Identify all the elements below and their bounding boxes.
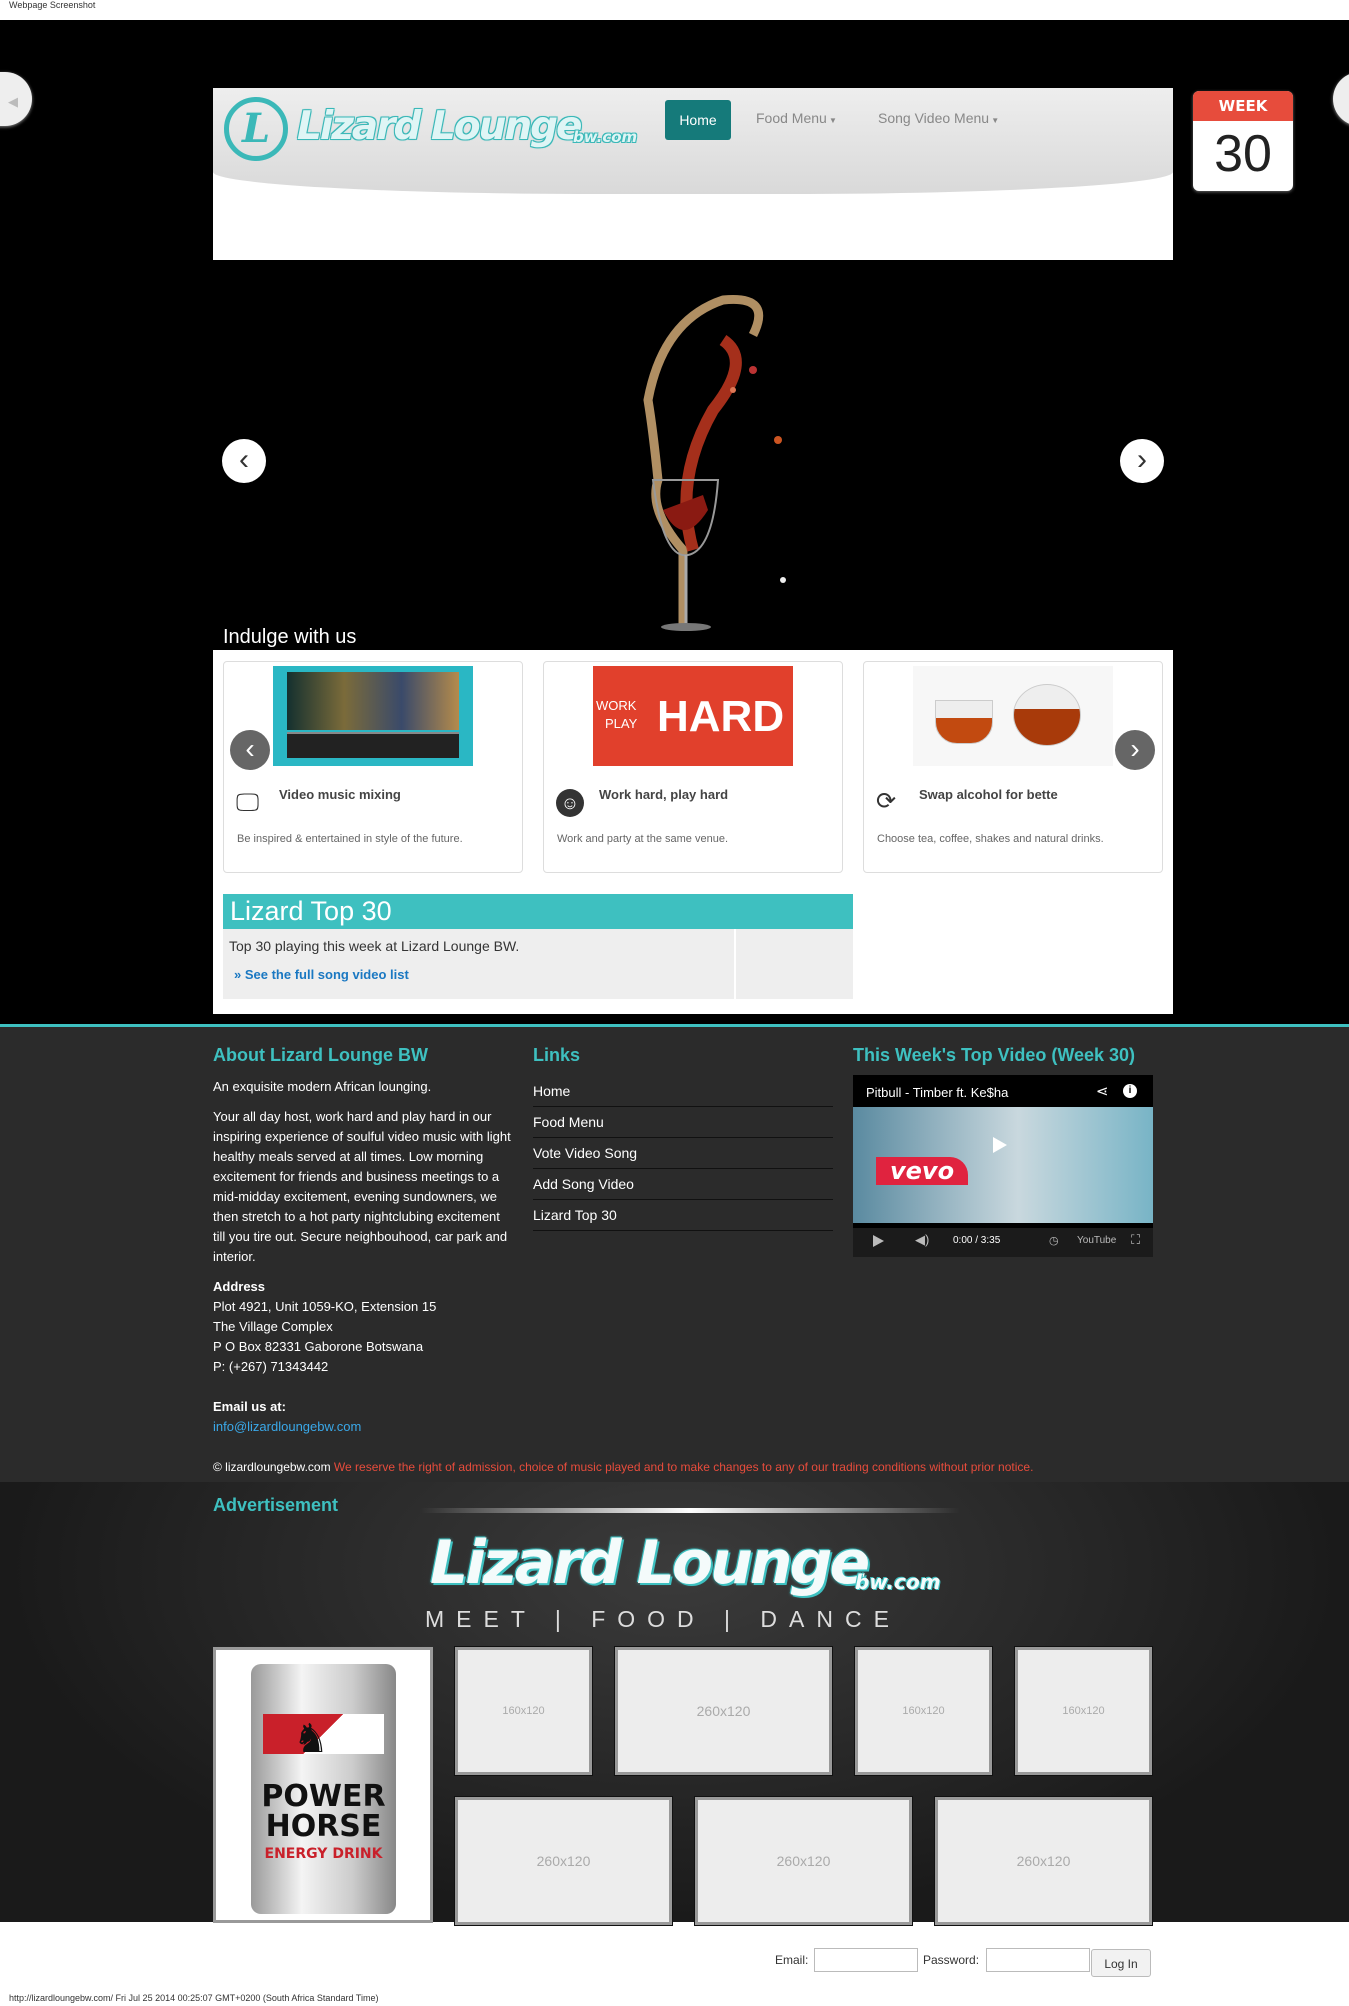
work-hard-image: WORK PLAY HARD	[593, 666, 793, 766]
nav-song-video-menu[interactable]: Song Video Menu ▼	[878, 110, 999, 126]
logo-mark[interactable]: L	[224, 97, 288, 161]
volume-icon[interactable]: ◀)	[915, 1232, 929, 1248]
caret-down-icon: ▼	[989, 116, 1000, 125]
login-button[interactable]: Log In	[1091, 1949, 1151, 1977]
vevo-logo: vevo	[876, 1157, 969, 1185]
video-time: 0:00 / 3:35	[953, 1235, 1001, 1246]
top30-text: Top 30 playing this week at Lizard Loung…	[229, 938, 520, 954]
energy-drink-can: ♞ POWER HORSE ENERGY DRINK	[251, 1664, 396, 1914]
card-desc: Choose tea, coffee, shakes and natural d…	[877, 833, 1104, 845]
footer-link-vote-video[interactable]: Vote Video Song	[533, 1138, 833, 1169]
copyright-site: © lizardloungebw.com	[213, 1460, 331, 1474]
footer-link-add-song[interactable]: Add Song Video	[533, 1169, 833, 1200]
img-text-play: PLAY	[605, 716, 638, 731]
wine-splash-image	[643, 294, 786, 631]
img-text-hard: HARD	[657, 692, 785, 741]
window-title: Webpage Screenshot	[0, 0, 1349, 20]
nav-food-menu[interactable]: Food Menu ▼	[756, 110, 837, 126]
info-icon[interactable]: i	[1123, 1084, 1137, 1098]
about-heading: About Lizard Lounge BW	[213, 1045, 428, 1065]
nav-food-menu-label: Food Menu	[756, 110, 827, 126]
footer-link-food-menu[interactable]: Food Menu	[533, 1107, 833, 1138]
horse-icon: ♞	[293, 1717, 329, 1761]
play-icon[interactable]	[993, 1137, 1007, 1153]
address-label: Address	[213, 1279, 266, 1294]
top30-title: Lizard Top 30	[223, 894, 853, 929]
copyright-note: We reserve the right of admission, choic…	[333, 1460, 1034, 1474]
divider	[734, 929, 736, 999]
email-label: Email:	[775, 1953, 809, 1967]
smiley-icon: ☺	[556, 789, 584, 817]
youtube-logo[interactable]: YouTube	[1077, 1235, 1116, 1246]
feature-card: 🖵 Video music mixing Be inspired & enter…	[223, 661, 523, 873]
slider-caption: Indulge with us	[223, 626, 357, 648]
tea-image	[913, 666, 1113, 766]
banner-tagline: MEET | FOOD | DANCE	[425, 1606, 901, 1632]
status-line: http://lizardloungebw.com/ Fri Jul 25 20…	[9, 1993, 379, 2003]
light-bar	[420, 1508, 960, 1513]
carousel-prev-button[interactable]: ‹	[230, 730, 270, 770]
card-title: Video music mixing	[279, 787, 401, 802]
video-heading: This Week's Top Video (Week 30)	[853, 1045, 1136, 1065]
play-button-icon[interactable]	[873, 1235, 884, 1247]
card-desc: Be inspired & entertained in style of th…	[237, 833, 463, 845]
calendar-week-number: 30	[1214, 125, 1272, 183]
copyright: © lizardloungebw.com We reserve the righ…	[213, 1460, 1033, 1474]
footer-link-top30[interactable]: Lizard Top 30	[533, 1200, 833, 1231]
video-title[interactable]: Pitbull - Timber ft. Ke$ha	[866, 1085, 1008, 1100]
feature-card: WORK PLAY HARD ☺ Work hard, play hard Wo…	[543, 661, 843, 873]
slider-prev-button[interactable]: ‹	[222, 439, 266, 483]
nav-song-video-menu-label: Song Video Menu	[878, 110, 990, 126]
ad-slot[interactable]: 260x120	[615, 1647, 832, 1775]
address-line: Plot 4921, Unit 1059-KO, Extension 15	[213, 1299, 437, 1314]
watch-later-icon[interactable]: ◷	[1049, 1234, 1059, 1247]
slider-next-button[interactable]: ›	[1120, 439, 1164, 483]
card-title: Swap alcohol for bette	[919, 787, 1058, 802]
links-heading: Links	[533, 1045, 581, 1065]
share-icon[interactable]: ⋖	[1096, 1082, 1109, 1100]
advertisement-heading: Advertisement	[213, 1495, 339, 1515]
monitor-icon: 🖵	[236, 789, 260, 816]
carousel-next-button[interactable]: ›	[1115, 730, 1155, 770]
caret-down-icon: ▼	[826, 116, 837, 125]
email-link[interactable]: info@lizardloungebw.com	[213, 1417, 361, 1437]
ad-slot[interactable]: 160x120	[1015, 1647, 1152, 1775]
feature-card: ⟳ Swap alcohol for bette Choose tea, cof…	[863, 661, 1163, 873]
top30-full-list-link[interactable]: » See the full song video list	[234, 967, 409, 982]
logo-suffix: bw.com	[573, 128, 638, 146]
refresh-icon: ⟳	[876, 788, 897, 815]
banner-logo: Lizard Lounge	[430, 1528, 870, 1598]
ad-slot[interactable]: 160x120	[455, 1647, 592, 1775]
product-line-2: HORSE	[265, 1809, 382, 1844]
ad-slot[interactable]: 260x120	[695, 1797, 912, 1925]
fullscreen-icon[interactable]: ⛶	[1131, 1232, 1140, 1248]
banner-logo-suffix: bw.com	[855, 1570, 941, 1594]
img-text-work: WORK	[596, 698, 637, 713]
footer-link-home[interactable]: Home	[533, 1076, 833, 1107]
card-desc: Work and party at the same venue.	[557, 833, 728, 845]
power-horse-ad[interactable]: ♞ POWER HORSE ENERGY DRINK	[213, 1647, 433, 1923]
password-label: Password:	[923, 1953, 980, 1967]
about-body: Your all day host, work hard and play ha…	[213, 1109, 511, 1264]
product-line-3: ENERGY DRINK	[264, 1846, 383, 1862]
ad-slot[interactable]: 160x120	[855, 1647, 992, 1775]
nav-home[interactable]: Home	[665, 100, 731, 140]
email-label: Email us at:	[213, 1399, 286, 1414]
email-field[interactable]	[814, 1948, 918, 1972]
week-calendar: WEEK 30	[1193, 91, 1293, 191]
ad-slot[interactable]: 260x120	[935, 1797, 1152, 1925]
hero-slider: ‹ ›	[213, 260, 1173, 650]
address-line: P: (+267) 71343442	[213, 1359, 329, 1374]
address-line: The Village Complex	[213, 1319, 333, 1334]
password-field[interactable]	[986, 1948, 1090, 1972]
video-player[interactable]: Pitbull - Timber ft. Ke$ha ⋖ i vevo ◀) 0…	[853, 1075, 1153, 1257]
calendar-label: WEEK	[1193, 91, 1293, 121]
product-line-1: POWER	[261, 1779, 386, 1814]
ad-slot[interactable]: 260x120	[455, 1797, 672, 1925]
address-line: P O Box 82331 Gaborone Botswana	[213, 1339, 424, 1354]
about-lead: An exquisite modern African lounging.	[213, 1079, 432, 1094]
dj-mixing-image	[273, 666, 473, 766]
logo-text[interactable]: Lizard Lounge	[297, 104, 583, 149]
card-title: Work hard, play hard	[599, 787, 729, 802]
